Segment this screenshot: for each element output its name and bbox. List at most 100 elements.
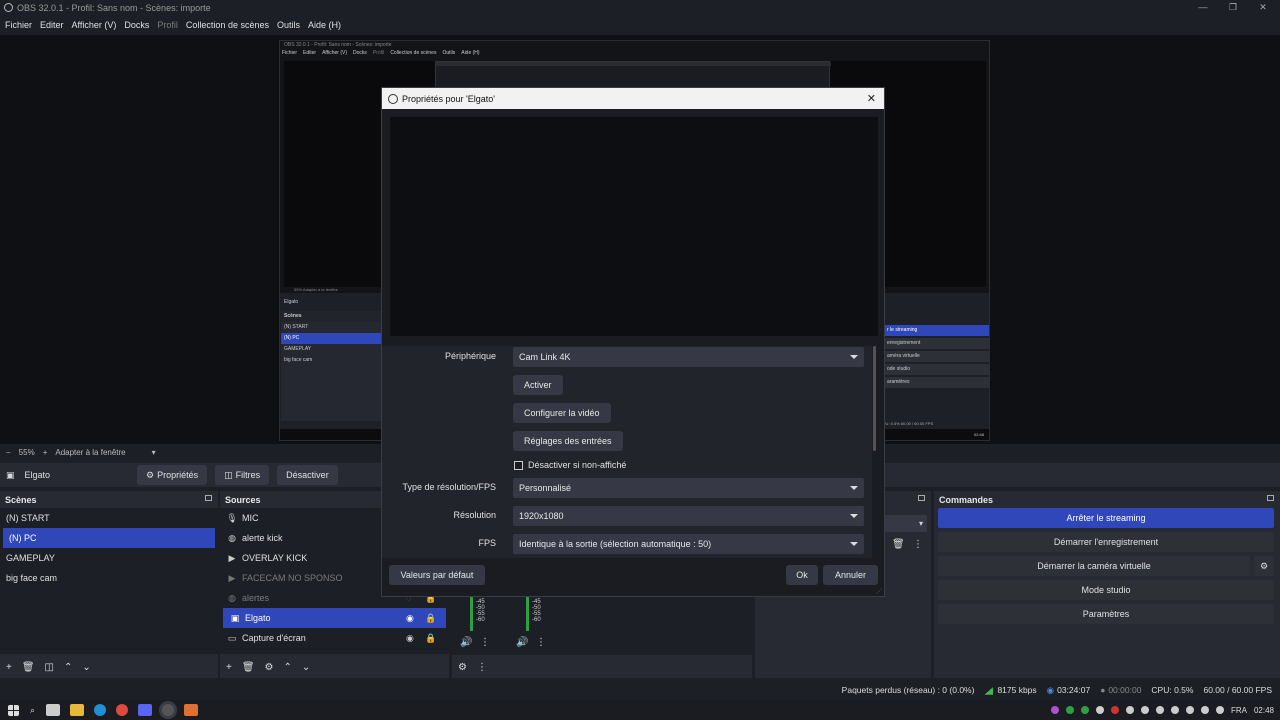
- transition-select[interactable]: ▾: [883, 515, 927, 532]
- chevron-down-icon[interactable]: ▾: [152, 448, 156, 457]
- tray-icon[interactable]: [1125, 706, 1134, 714]
- clock[interactable]: 02:48: [1254, 706, 1274, 715]
- edge-icon[interactable]: [94, 704, 107, 716]
- cancel-button[interactable]: Annuler: [823, 565, 878, 585]
- deactivate-hidden-checkbox[interactable]: Désactiver si non-affiché: [514, 460, 626, 470]
- filter-icon[interactable]: ◫: [45, 662, 54, 673]
- tray-icon[interactable]: [1095, 706, 1104, 714]
- menu-editer[interactable]: Editer: [37, 20, 67, 30]
- stop-streaming-button[interactable]: Arrêter le streaming: [938, 508, 1274, 528]
- tray-icon[interactable]: [1050, 706, 1059, 714]
- chrome-icon[interactable]: [116, 704, 129, 716]
- move-down-icon[interactable]: ⌄: [82, 662, 90, 673]
- menu-afficher[interactable]: Afficher (V): [69, 20, 120, 30]
- menu-docks[interactable]: Docks: [121, 20, 152, 30]
- lock-icon[interactable]: 🔒: [425, 613, 436, 624]
- trash-icon[interactable]: 🗑: [22, 662, 35, 673]
- app-icon[interactable]: [184, 704, 199, 716]
- search-icon[interactable]: ⌕: [30, 705, 35, 716]
- filters-button[interactable]: ◫ Filtres: [215, 465, 270, 485]
- tray-icon[interactable]: [1170, 706, 1179, 714]
- move-up-icon[interactable]: ⌃: [284, 662, 292, 673]
- res-type-select[interactable]: Personnalisé: [513, 478, 864, 498]
- deactivate-button[interactable]: Désactiver: [277, 465, 338, 485]
- source-item[interactable]: ▭ Capture d'écran ◉ 🔒: [220, 628, 449, 648]
- scene-item-big-face-cam[interactable]: big face cam: [0, 568, 218, 588]
- scene-item-pc[interactable]: (N) PC: [3, 528, 215, 548]
- zoom-in-button[interactable]: +: [43, 448, 48, 457]
- input-settings-button[interactable]: Réglages des entrées: [513, 431, 623, 451]
- defaults-button[interactable]: Valeurs par défaut: [389, 565, 485, 585]
- configure-video-button[interactable]: Configurer la vidéo: [513, 403, 611, 423]
- nested-menu-item: Afficher (V): [322, 50, 347, 56]
- chevron-down-icon: [850, 355, 858, 359]
- eye-icon[interactable]: ◉: [406, 633, 414, 644]
- close-window-button[interactable]: ✕: [1250, 0, 1276, 15]
- trash-icon[interactable]: 🗑: [892, 539, 905, 550]
- undock-icon[interactable]: [1267, 495, 1274, 501]
- more-icon[interactable]: ⋮: [536, 637, 546, 648]
- properties-button[interactable]: ⚙ Propriétés: [137, 465, 208, 485]
- ok-button[interactable]: Ok: [786, 565, 818, 585]
- more-icon[interactable]: ⋮: [480, 637, 490, 648]
- speaker-icon[interactable]: 🔊: [460, 637, 472, 648]
- fps-select[interactable]: Identique à la sortie (sélection automat…: [513, 534, 864, 554]
- tray-icon[interactable]: [1185, 706, 1194, 714]
- scenes-list: (N) START (N) PC GAMEPLAY big face cam: [0, 508, 218, 654]
- speaker-icon[interactable]: 🔊: [516, 637, 528, 648]
- scene-item-gameplay[interactable]: GAMEPLAY: [0, 548, 218, 568]
- checkbox-box[interactable]: [514, 460, 523, 470]
- add-icon[interactable]: +: [226, 662, 232, 673]
- wifi-icon[interactable]: [1200, 706, 1209, 714]
- properties-dialog: Propriétés pour 'Elgato' ✕ Périphérique …: [381, 87, 885, 597]
- task-view-icon[interactable]: [46, 704, 61, 716]
- source-item-elgato[interactable]: ▣ Elgato ◉ 🔒: [223, 608, 446, 628]
- obs-taskbar-icon[interactable]: [162, 704, 175, 716]
- windows-start-icon[interactable]: [8, 704, 19, 716]
- menu-collection-scenes[interactable]: Collection de scènes: [183, 20, 272, 30]
- file-explorer-icon[interactable]: [70, 704, 85, 716]
- resolution-select[interactable]: 1920x1080: [513, 506, 864, 526]
- move-up-icon[interactable]: ⌃: [64, 662, 72, 673]
- move-down-icon[interactable]: ⌄: [302, 662, 310, 673]
- tray-icon[interactable]: [1140, 706, 1149, 714]
- language-indicator[interactable]: FRA: [1231, 706, 1247, 715]
- menu-profil[interactable]: Profil: [154, 20, 181, 30]
- scene-item-start[interactable]: (N) START: [0, 508, 218, 528]
- start-recording-button[interactable]: Démarrer l'enregistrement: [938, 532, 1274, 552]
- gear-icon[interactable]: ⚙: [265, 662, 274, 673]
- volume-icon[interactable]: [1215, 706, 1224, 714]
- studio-mode-button[interactable]: Mode studio: [938, 580, 1274, 600]
- zoom-mode-select[interactable]: Adapter à la fenêtre: [55, 448, 125, 457]
- selected-source-name: Elgato: [24, 470, 51, 480]
- trash-icon[interactable]: 🗑: [242, 662, 255, 673]
- add-icon[interactable]: +: [6, 662, 12, 673]
- close-icon[interactable]: ✕: [867, 92, 876, 105]
- zoom-out-button[interactable]: −: [6, 448, 11, 457]
- minimize-button[interactable]: —: [1190, 0, 1216, 15]
- gear-icon[interactable]: ⚙: [458, 662, 467, 673]
- undock-icon[interactable]: [918, 495, 925, 501]
- tray-icon[interactable]: [1080, 706, 1089, 714]
- eye-icon[interactable]: ◉: [406, 613, 414, 624]
- more-icon[interactable]: ⋮: [913, 539, 923, 550]
- tray-icon[interactable]: [1155, 706, 1164, 714]
- discord-icon[interactable]: [138, 704, 153, 716]
- device-select[interactable]: Cam Link 4K: [513, 347, 864, 367]
- resize-grip-icon[interactable]: ⋰: [876, 588, 882, 595]
- obs-logo-icon: [4, 3, 13, 12]
- settings-button[interactable]: Paramètres: [938, 604, 1274, 624]
- gear-icon[interactable]: ⚙: [1254, 556, 1274, 576]
- start-virtual-camera-button[interactable]: Démarrer la caméra virtuelle: [938, 556, 1250, 576]
- undock-icon[interactable]: [205, 495, 212, 501]
- maximize-button[interactable]: ❐: [1220, 0, 1246, 15]
- form-scrollbar[interactable]: [873, 346, 876, 451]
- lock-icon[interactable]: 🔒: [425, 633, 436, 644]
- more-icon[interactable]: ⋮: [477, 662, 487, 673]
- tray-icon[interactable]: [1065, 706, 1074, 714]
- activate-button[interactable]: Activer: [513, 375, 563, 395]
- menu-aide[interactable]: Aide (H): [305, 20, 344, 30]
- tray-icon[interactable]: [1110, 706, 1119, 714]
- menu-outils[interactable]: Outils: [274, 20, 303, 30]
- menu-fichier[interactable]: Fichier: [2, 20, 35, 30]
